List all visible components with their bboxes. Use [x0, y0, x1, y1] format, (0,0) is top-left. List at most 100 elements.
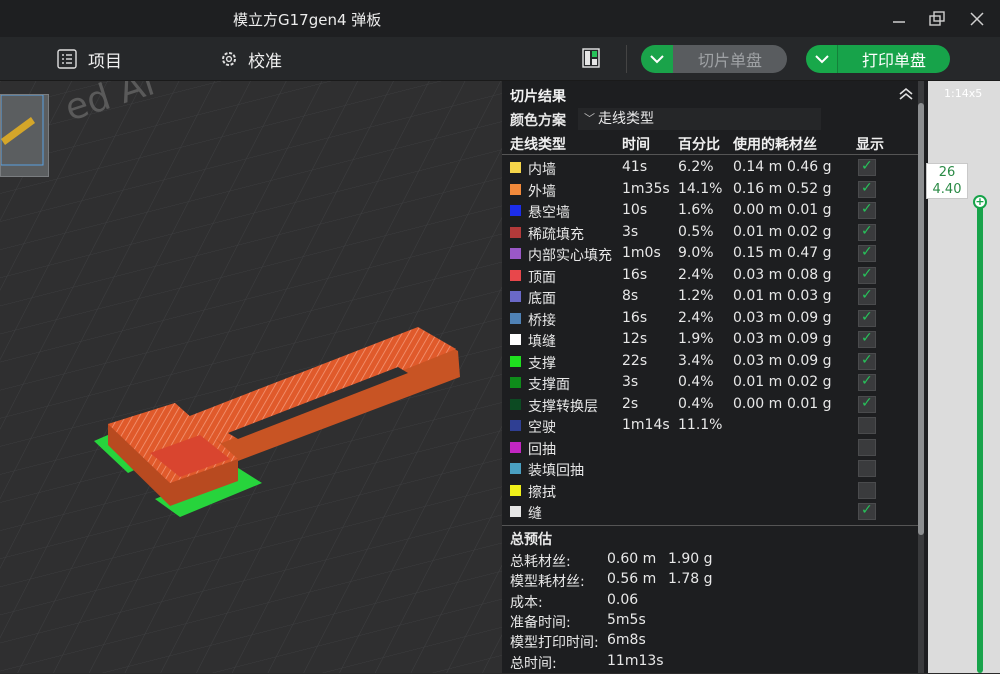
- summary-value-1: 0.06: [607, 591, 639, 608]
- display-checkbox[interactable]: [858, 438, 876, 456]
- color-swatch: [510, 226, 521, 238]
- table-row: 悬空墙 10s 1.6% 0.00 m 0.01 g: [502, 200, 918, 222]
- feature-weight: 0.47 g: [787, 245, 832, 261]
- color-swatch: [510, 291, 521, 302]
- summary-label: 成本:: [510, 594, 543, 611]
- feature-weight: 0.09 g: [787, 309, 832, 326]
- table-row: 支撑转换层 2s 0.4% 0.00 m 0.01 g: [502, 394, 918, 416]
- layer-height: 4.40: [932, 182, 962, 197]
- feature-percent: 0.5%: [678, 223, 714, 240]
- table-row: 填缝 12s 1.9% 0.03 m 0.09 g: [502, 329, 918, 351]
- slice-dropdown-button[interactable]: [641, 45, 673, 73]
- feature-time: 2s: [622, 395, 639, 412]
- table-row: 顶面 16s 2.4% 0.03 m 0.08 g: [502, 265, 918, 287]
- display-checkbox[interactable]: [858, 481, 876, 499]
- project-menu[interactable]: 项目: [56, 46, 122, 72]
- plate-thumbnail[interactable]: [0, 94, 49, 177]
- feature-weight: 0.52 g: [787, 180, 832, 197]
- slice-plate-button[interactable]: 切片单盘: [673, 45, 787, 73]
- layout-icon[interactable]: [582, 48, 600, 68]
- display-checkbox[interactable]: [858, 158, 876, 176]
- slice-result-panel: 切片结果 颜色方案 ﹀ 走线类型 走线类型 时间 百分比 使用的耗材丝 显示 内…: [502, 81, 928, 673]
- layer-slider-track[interactable]: [977, 200, 983, 673]
- minimize-icon[interactable]: [888, 8, 910, 30]
- feature-percent: 2.4%: [678, 266, 714, 283]
- display-checkbox[interactable]: [858, 330, 876, 348]
- feature-percent: 11.1%: [678, 417, 723, 433]
- slice-plate-button-group: 切片单盘: [641, 45, 787, 73]
- summary-value-1: 11m13s: [607, 652, 664, 669]
- feature-name: 稀疏填充: [528, 226, 584, 243]
- feature-time: 1m35s: [622, 180, 670, 197]
- feature-time: 16s: [622, 309, 648, 326]
- display-checkbox[interactable]: [858, 223, 876, 241]
- summary-value-2: 1.90 g: [668, 551, 713, 567]
- table-row: 缝: [502, 501, 918, 523]
- color-swatch: [510, 205, 521, 216]
- feature-percent: 0.4%: [678, 395, 714, 412]
- feature-name: 填缝: [528, 334, 556, 350]
- table-row: 内部实心填充 1m0s 9.0% 0.15 m 0.47 g: [502, 243, 918, 265]
- feature-weight: 0.02 g: [787, 223, 832, 240]
- print-dropdown-button[interactable]: [806, 45, 838, 73]
- color-scheme-value: 走线类型: [598, 111, 654, 127]
- feature-percent: 1.9%: [678, 331, 714, 347]
- restore-icon[interactable]: [926, 8, 948, 30]
- close-icon[interactable]: [966, 8, 988, 30]
- display-checkbox[interactable]: [858, 460, 876, 477]
- feature-time: 1m0s: [622, 245, 661, 261]
- double-chevron-up-icon[interactable]: [898, 87, 914, 101]
- panel-scrollbar[interactable]: [918, 81, 924, 673]
- feature-weight: 0.03 g: [787, 288, 832, 304]
- chevron-down-icon: [650, 55, 664, 64]
- gear-icon: [220, 50, 238, 68]
- panel-title: 切片结果: [510, 89, 566, 105]
- display-checkbox[interactable]: [858, 287, 876, 305]
- display-checkbox[interactable]: [858, 309, 876, 327]
- scrollbar-thumb[interactable]: [918, 103, 924, 535]
- feature-percent: 1.6%: [678, 202, 714, 218]
- display-checkbox[interactable]: [858, 352, 876, 370]
- feature-time: 8s: [622, 288, 639, 304]
- feature-weight: 0.09 g: [787, 331, 832, 347]
- feature-name: 悬空墙: [528, 205, 570, 221]
- display-checkbox[interactable]: [858, 266, 876, 284]
- color-swatch: [510, 183, 521, 195]
- calibrate-menu[interactable]: 校准: [220, 46, 282, 72]
- layer-top-text: 1:14x5: [944, 87, 983, 100]
- display-checkbox[interactable]: [858, 201, 876, 219]
- display-checkbox[interactable]: [858, 502, 876, 520]
- table-row: 回抽: [502, 437, 918, 459]
- feature-time: 12s: [622, 331, 648, 347]
- feature-length: 0.00 m: [733, 395, 783, 412]
- color-swatch: [510, 398, 521, 410]
- feature-time: 16s: [622, 266, 648, 283]
- feature-time: 1m14s: [622, 417, 670, 433]
- feature-name: 支撑面: [528, 377, 570, 393]
- display-checkbox[interactable]: [858, 373, 876, 391]
- color-swatch: [510, 248, 521, 259]
- layer-slider-handle[interactable]: +: [973, 195, 987, 209]
- feature-time: 22s: [622, 352, 648, 369]
- print-plate-button[interactable]: 打印单盘: [838, 45, 950, 73]
- col-display: 显示: [856, 137, 884, 153]
- summary-title: 总预估: [510, 532, 552, 548]
- summary-row: 模型打印时间: 6m8s: [510, 632, 910, 653]
- display-checkbox[interactable]: [858, 180, 876, 198]
- color-swatch: [510, 420, 521, 431]
- feature-time: 3s: [622, 374, 639, 390]
- display-checkbox[interactable]: [858, 244, 876, 262]
- display-checkbox[interactable]: [858, 395, 876, 413]
- feature-percent: 1.2%: [678, 288, 714, 304]
- feature-length: 0.01 m: [733, 223, 783, 240]
- color-swatch: [510, 355, 521, 367]
- table-row: 稀疏填充 3s 0.5% 0.01 m 0.02 g: [502, 222, 918, 244]
- feature-weight: 0.08 g: [787, 266, 832, 283]
- display-checkbox[interactable]: [858, 417, 876, 434]
- layer-number: 26: [938, 165, 956, 180]
- color-scheme-select[interactable]: ﹀ 走线类型: [578, 108, 821, 130]
- table-row: 空驶 1m14s 11.1%: [502, 415, 918, 437]
- color-swatch: [510, 463, 521, 474]
- calibrate-label: 校准: [248, 51, 282, 72]
- feature-percent: 3.4%: [678, 352, 714, 369]
